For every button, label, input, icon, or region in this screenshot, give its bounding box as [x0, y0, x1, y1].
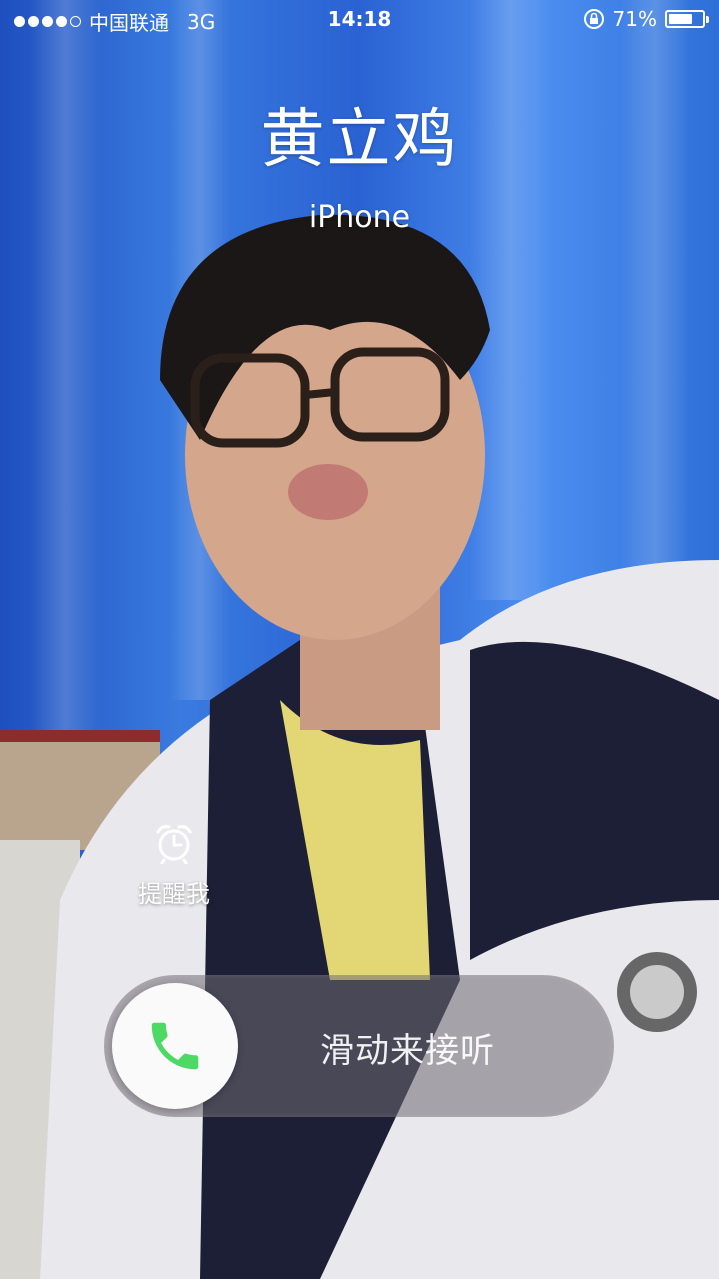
- remind-me-label: 提醒我: [138, 880, 210, 908]
- battery-percent: 71%: [612, 7, 657, 31]
- caller-device-label: iPhone: [308, 200, 411, 235]
- remind-me-button[interactable]: 提醒我: [124, 822, 224, 909]
- answer-knob[interactable]: [112, 983, 238, 1109]
- slide-to-answer-track[interactable]: 滑动来接听: [104, 975, 614, 1117]
- battery-icon: [665, 10, 709, 28]
- assistive-touch-inner: [630, 965, 684, 1019]
- rotation-lock-icon: [583, 9, 604, 29]
- status-right: 71%: [583, 7, 709, 31]
- assistive-touch-button[interactable]: [617, 952, 697, 1032]
- status-bar: 中国联通 3G 14:18 71%: [0, 0, 719, 40]
- alarm-clock-icon: [156, 825, 192, 864]
- phone-icon: [151, 1022, 199, 1070]
- caller-name: 黄立鸡: [260, 103, 459, 177]
- slide-to-answer-label: 滑动来接听: [320, 1031, 495, 1071]
